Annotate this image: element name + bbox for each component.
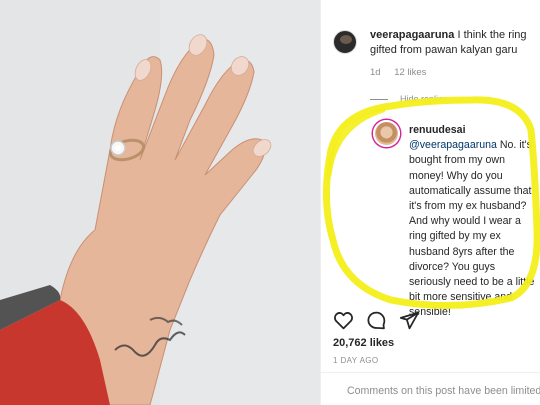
hide-replies-line <box>370 98 388 100</box>
hide-replies-label: Hide replies <box>400 94 448 104</box>
reply-mention[interactable]: @veerapagaaruna <box>409 139 497 151</box>
comment-meta: 1d 12 likes <box>370 67 437 78</box>
share-icon[interactable] <box>399 310 420 331</box>
comment-top: veerapagaaruna I think the ring gifted f… <box>370 28 538 58</box>
heart-icon[interactable] <box>333 310 354 331</box>
comment-age: 1d <box>370 67 381 78</box>
comment-username[interactable]: veerapagaaruna <box>370 29 454 41</box>
reply-avatar[interactable] <box>373 120 400 147</box>
comments-panel: veerapagaaruna I think the ring gifted f… <box>320 0 540 405</box>
post-actions <box>333 310 420 331</box>
comments-limited-notice: Comments on this post have been limited <box>347 385 540 397</box>
reply-text: No. it's bought from my own money! Why d… <box>409 139 535 319</box>
commenter-avatar[interactable] <box>333 30 357 54</box>
reply-comment: renuudesai @veerapagaaruna No. it's boug… <box>409 123 537 321</box>
hide-replies-button[interactable]: Hide replies <box>370 94 448 104</box>
reply-username[interactable]: renuudesai <box>409 124 466 136</box>
divider <box>321 372 540 373</box>
comment-likes[interactable]: 12 likes <box>394 67 426 78</box>
post-timestamp[interactable]: 1 DAY AGO <box>333 356 379 365</box>
post-likes[interactable]: 20,762 likes <box>333 337 394 349</box>
comment-icon[interactable] <box>366 310 387 331</box>
hand-photo-illustration <box>0 0 320 405</box>
post-photo <box>0 0 320 405</box>
